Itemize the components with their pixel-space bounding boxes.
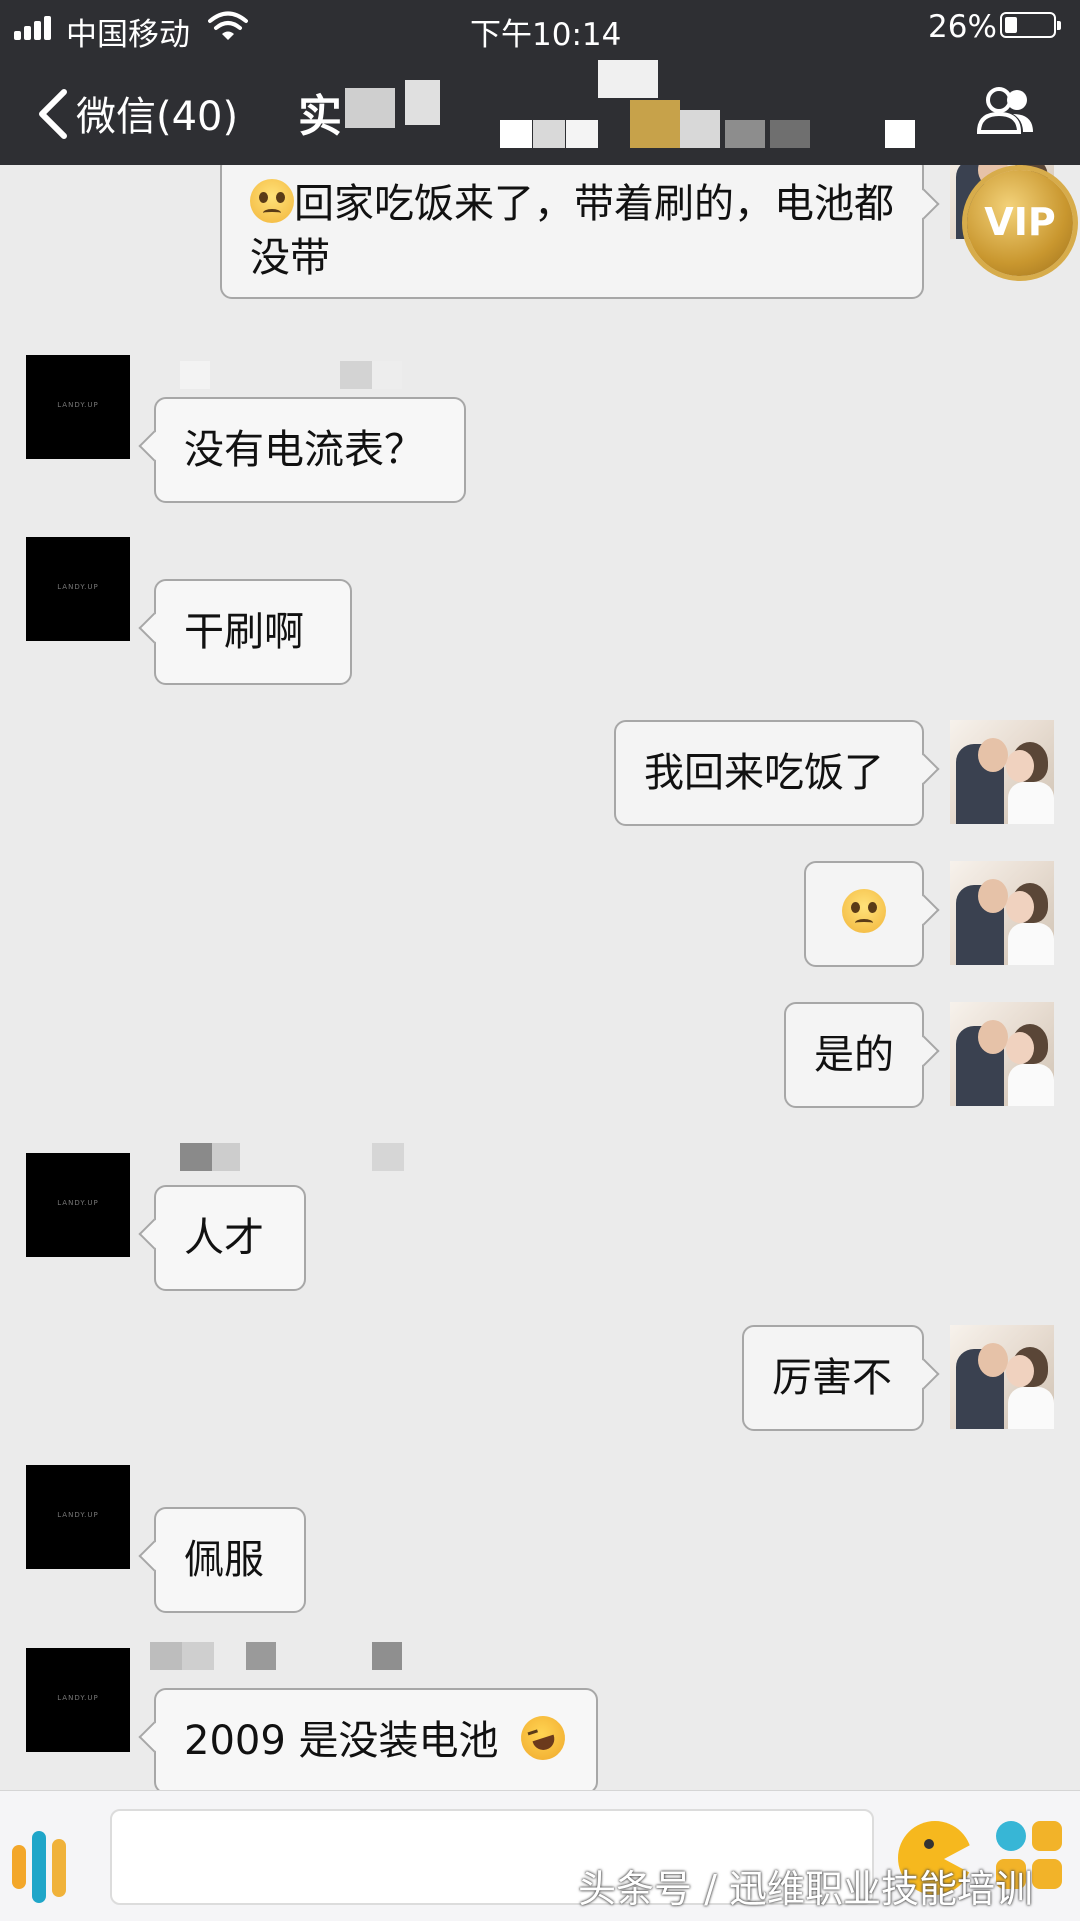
contact-avatar[interactable]: LANDY.UP xyxy=(26,355,130,459)
avatar-text: LANDY.UP xyxy=(57,1199,99,1207)
signal-strength-icon xyxy=(14,14,62,40)
status-time: 下午10:14 xyxy=(470,17,622,53)
contact-avatar[interactable]: LANDY.UP xyxy=(26,1465,130,1569)
carrier-name: 中国移动 xyxy=(66,17,190,53)
voice-icon[interactable] xyxy=(12,1831,84,1905)
blurred-title-mosaic xyxy=(345,60,955,150)
self-avatar[interactable] xyxy=(950,1325,1054,1429)
vip-badge: VIP xyxy=(967,170,1073,276)
message-bubble[interactable]: 回家吃饭来了，带着刷的，电池都没带 xyxy=(220,165,924,299)
worried-face-emoji xyxy=(250,179,294,223)
message-text: 我回来吃饭了 xyxy=(644,750,884,796)
message-text: 没有电流表？ xyxy=(184,427,424,473)
navigation-bar: 微信(40) 实 xyxy=(0,60,1080,165)
worried-face-emoji xyxy=(842,889,886,933)
message-bubble[interactable]: 没有电流表？ xyxy=(154,397,466,503)
message-bubble[interactable] xyxy=(804,861,924,967)
contact-avatar[interactable]: LANDY.UP xyxy=(26,537,130,641)
message-bubble[interactable]: 厉害不 xyxy=(742,1325,924,1431)
avatar-text: LANDY.UP xyxy=(57,1694,99,1702)
battery-percentage: 26% xyxy=(928,9,997,45)
top-bar: 中国移动 下午10:14 26% 微信(40) 实 xyxy=(0,0,1080,165)
message-bubble[interactable]: 佩服 xyxy=(154,1507,306,1613)
message-bubble[interactable]: 是的 xyxy=(784,1002,924,1108)
watermark: 头条号 / 迅维职业技能培训 xyxy=(578,1867,1033,1911)
message-text: 干刷啊 xyxy=(184,609,304,655)
message-text: 佩服 xyxy=(184,1537,264,1583)
contact-avatar[interactable]: LANDY.UP xyxy=(26,1648,130,1752)
blurred-sender-name xyxy=(150,1143,410,1171)
message-bubble[interactable]: 人才 xyxy=(154,1185,306,1291)
avatar-text: LANDY.UP xyxy=(57,583,99,591)
self-avatar[interactable] xyxy=(950,861,1054,965)
back-button[interactable]: 微信(40) xyxy=(76,84,238,142)
message-text: 2009 是没装电池 xyxy=(184,1718,499,1764)
rolling-laughing-face-emoji xyxy=(515,1710,571,1766)
blurred-sender-name xyxy=(150,361,410,389)
message-text: 是的 xyxy=(814,1032,894,1078)
chat-message-list[interactable]: 回家吃饭来了，带着刷的，电池都没带 LANDY.UP 没有电流表？ LANDY.… xyxy=(0,165,1080,1790)
blurred-sender-name xyxy=(150,1642,410,1670)
chevron-left-icon[interactable] xyxy=(34,88,74,140)
message-bubble[interactable]: 2009 是没装电池 xyxy=(154,1688,598,1790)
message-bubble[interactable]: 我回来吃饭了 xyxy=(614,720,924,826)
chat-title: 实 xyxy=(298,91,342,142)
group-members-icon[interactable] xyxy=(975,86,1037,136)
avatar-text: LANDY.UP xyxy=(57,1511,99,1519)
message-bubble[interactable]: 干刷啊 xyxy=(154,579,352,685)
message-text: 厉害不 xyxy=(772,1355,892,1401)
wifi-icon xyxy=(208,11,248,40)
message-text: 回家吃饭来了，带着刷的，电池都没带 xyxy=(250,181,894,281)
battery-level-fill xyxy=(1005,17,1017,33)
battery-icon xyxy=(1000,12,1061,38)
avatar-text: LANDY.UP xyxy=(57,401,99,409)
message-text: 人才 xyxy=(184,1215,264,1261)
self-avatar[interactable] xyxy=(950,720,1054,824)
contact-avatar[interactable]: LANDY.UP xyxy=(26,1153,130,1257)
status-bar: 中国移动 下午10:14 26% xyxy=(0,0,1080,55)
self-avatar[interactable] xyxy=(950,1002,1054,1106)
